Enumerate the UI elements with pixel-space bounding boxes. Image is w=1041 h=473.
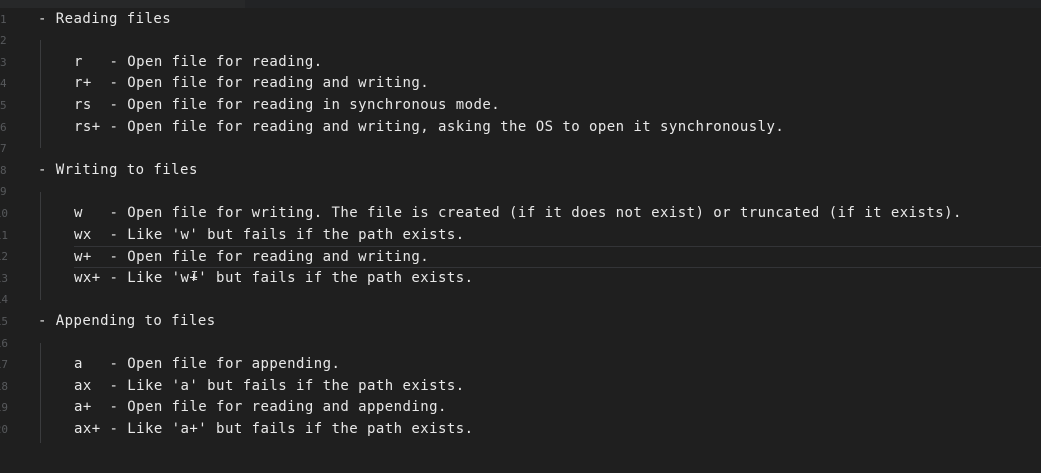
- flag-description-line: a - Open file for appending.: [74, 356, 341, 373]
- line-number[interactable]: 14: [0, 289, 8, 311]
- section-heading-line: - Reading files: [38, 10, 172, 27]
- line-number[interactable]: 12: [0, 246, 8, 268]
- line-number[interactable]: 20: [0, 419, 8, 441]
- section-heading-line: - Appending to files: [38, 312, 216, 329]
- line-number[interactable]: 15: [0, 311, 8, 333]
- line-number[interactable]: 18: [0, 376, 8, 398]
- indent-guide: [40, 192, 41, 300]
- line-number[interactable]: 7: [0, 138, 8, 160]
- flag-description-line: w - Open file for writing. The file is c…: [74, 204, 962, 221]
- flag-description-line: r - Open file for reading.: [74, 53, 323, 70]
- line-number[interactable]: 1: [0, 9, 8, 31]
- flag-description-line: a+ - Open file for reading and appending…: [74, 399, 447, 416]
- line-number-gutter: 1234567891011121314151617181920: [0, 0, 24, 473]
- line-number[interactable]: 16: [0, 333, 8, 355]
- flag-description-line: wx - Like 'w' but fails if the path exis…: [74, 226, 465, 243]
- line-number[interactable]: 17: [0, 354, 8, 376]
- flag-description-line: ax+ - Like 'a+' but fails if the path ex…: [74, 420, 474, 437]
- flag-description-line: wx+ - Like 'w+' but fails if the path ex…: [74, 269, 474, 286]
- line-number[interactable]: 9: [0, 181, 8, 203]
- tab-bar: [0, 0, 1041, 8]
- section-heading-line: - Writing to files: [38, 161, 198, 178]
- flag-description-line: w+ - Open file for reading and writing.: [74, 246, 1041, 269]
- flag-description-line: r+ - Open file for reading and writing.: [74, 75, 430, 92]
- text-cursor: I: [191, 269, 199, 283]
- line-number[interactable]: 19: [0, 397, 8, 419]
- line-number[interactable]: 8: [0, 160, 8, 182]
- indent-guide: [40, 40, 41, 148]
- line-number[interactable]: 2: [0, 30, 8, 52]
- flag-description-line: ax - Like 'a' but fails if the path exis…: [74, 377, 465, 394]
- flag-description-line: rs+ - Open file for reading and writing,…: [74, 118, 785, 135]
- flag-description-line: rs - Open file for reading in synchronou…: [74, 96, 501, 113]
- active-tab[interactable]: [0, 0, 245, 8]
- line-number[interactable]: 3: [0, 52, 8, 74]
- line-number[interactable]: 13: [0, 268, 8, 290]
- line-number[interactable]: 5: [0, 95, 8, 117]
- line-number[interactable]: 4: [0, 73, 8, 95]
- line-number[interactable]: 10: [0, 203, 8, 225]
- indent-guide: [40, 343, 41, 443]
- code-editor[interactable]: 1234567891011121314151617181920 - Readin…: [0, 0, 1041, 473]
- line-number[interactable]: 6: [0, 117, 8, 139]
- line-number[interactable]: 11: [0, 225, 8, 247]
